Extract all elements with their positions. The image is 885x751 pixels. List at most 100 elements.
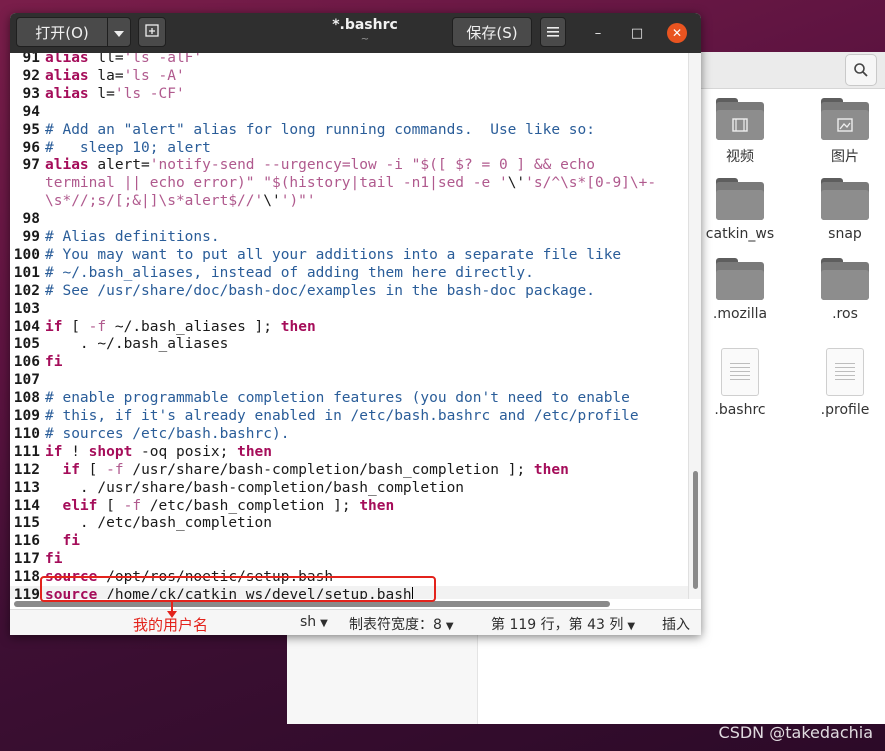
code-line[interactable]: 103 bbox=[10, 300, 688, 318]
code-token: then bbox=[533, 461, 569, 478]
code-line[interactable]: 101 # ~/.bash_aliases, instead of adding … bbox=[10, 264, 688, 282]
line-number: 100 bbox=[13, 246, 40, 263]
insert-mode-label[interactable]: 插入 bbox=[662, 614, 690, 634]
code-token: if bbox=[45, 443, 63, 460]
code-token: . ~/.bash_aliases bbox=[45, 336, 229, 353]
language-selector[interactable]: sh ▼ bbox=[300, 614, 328, 630]
window-subtitle: ~ bbox=[360, 34, 370, 45]
menu-button[interactable] bbox=[540, 17, 566, 47]
code-token: -oq posix; bbox=[132, 443, 238, 460]
file-item-catkin-ws[interactable]: catkin_ws bbox=[700, 178, 780, 242]
chevron-down-icon: ▼ bbox=[320, 618, 328, 629]
code-line[interactable]: 94 bbox=[10, 103, 688, 121]
code-line[interactable]: 115 . /etc/bash_completion bbox=[10, 514, 688, 532]
code-line[interactable]: 99 # Alias definitions. bbox=[10, 228, 688, 246]
code-token: 'ls -CF' bbox=[114, 85, 185, 102]
close-button[interactable]: ✕ bbox=[667, 23, 687, 43]
code-line[interactable]: 105 . ~/.bash_aliases bbox=[10, 335, 688, 353]
line-number: 119 bbox=[13, 587, 40, 599]
hamburger-icon bbox=[547, 23, 559, 41]
chevron-down-icon: ▼ bbox=[445, 621, 454, 632]
code-token: shopt bbox=[88, 443, 133, 460]
line-number: 115 bbox=[13, 515, 40, 532]
line-number: 97 bbox=[22, 157, 40, 174]
status-bar: sh ▼ 制表符宽度：8 ▼ 第 119 行，第 43 列 ▼ 插入 bbox=[10, 609, 701, 635]
code-token: alias bbox=[45, 67, 89, 84]
file-item-mozilla[interactable]: .mozilla bbox=[700, 258, 780, 322]
code-token: alias bbox=[45, 85, 89, 102]
cursor-position-selector[interactable]: 第 119 行，第 43 列 ▼ bbox=[491, 614, 635, 634]
code-token: if bbox=[62, 461, 80, 478]
code-token: fi bbox=[45, 551, 63, 568]
save-button[interactable]: 保存(S) bbox=[452, 17, 532, 47]
code-line[interactable]: 109 # this, if it's already enabled in /e… bbox=[10, 407, 688, 425]
code-line[interactable]: 110 # sources /etc/bash.bashrc). bbox=[10, 425, 688, 443]
line-number: 95 bbox=[22, 121, 40, 138]
code-line[interactable]: 104 if [ -f ~/.bash_aliases ]; then bbox=[10, 318, 688, 336]
code-token: -f bbox=[88, 318, 107, 335]
code-token: la= bbox=[88, 67, 124, 84]
code-line[interactable]: 97 alias alert='notify-send --urgency=low… bbox=[10, 156, 688, 174]
line-number: 117 bbox=[13, 551, 40, 568]
line-number: 106 bbox=[13, 354, 40, 371]
code-line[interactable]: 111 if ! shopt -oq posix; then bbox=[10, 443, 688, 461]
code-token: then bbox=[237, 443, 273, 460]
folder-icon bbox=[716, 258, 764, 300]
code-line[interactable]: 107 bbox=[10, 371, 688, 389]
cursor-position-label: 第 119 行，第 43 列 bbox=[491, 617, 624, 633]
code-token: 'ls -alF' bbox=[123, 53, 203, 66]
code-line[interactable]: 113 . /usr/share/bash-completion/bash_co… bbox=[10, 479, 688, 497]
open-dropdown-button[interactable] bbox=[107, 17, 131, 47]
code-line[interactable]: 116 fi bbox=[10, 532, 688, 550]
code-line[interactable]: 108 # enable programmable completion feat… bbox=[10, 389, 688, 407]
search-icon[interactable] bbox=[845, 54, 877, 86]
code-line[interactable]: 100 # You may want to put all your additi… bbox=[10, 246, 688, 264]
tab-width-selector[interactable]: 制表符宽度：8 ▼ bbox=[349, 614, 454, 634]
code-line[interactable]: 114 elif [ -f /etc/bash_completion ]; th… bbox=[10, 497, 688, 515]
code-line[interactable]: 102 # See /usr/share/doc/bash-doc/example… bbox=[10, 282, 688, 300]
chevron-down-icon bbox=[114, 23, 124, 41]
maximize-button[interactable]: □ bbox=[627, 23, 647, 43]
code-line[interactable]: \s*//;s/[;&|]\s*alert$//'\'')"' bbox=[10, 192, 688, 210]
code-line[interactable]: terminal || echo error)" "$(history|tail… bbox=[10, 174, 688, 192]
code-editor[interactable]: 91 alias ll='ls -alF' 92 alias la='ls -A' 93… bbox=[10, 53, 688, 599]
code-token: fi bbox=[62, 533, 80, 550]
code-line[interactable]: 91 alias ll='ls -alF' bbox=[10, 53, 688, 67]
code-line[interactable]: 93 alias l='ls -CF' bbox=[10, 85, 688, 103]
code-token: elif bbox=[62, 497, 98, 514]
minimize-button[interactable]: – bbox=[588, 23, 608, 43]
file-item-ros[interactable]: .ros bbox=[805, 258, 885, 322]
file-item-pictures[interactable]: 图片 bbox=[805, 98, 885, 166]
file-item-label: .mozilla bbox=[712, 306, 768, 322]
vertical-scrollbar[interactable] bbox=[688, 53, 701, 599]
file-item-label: .bashrc bbox=[714, 402, 766, 418]
line-number: 114 bbox=[13, 497, 40, 514]
scrollbar-thumb[interactable] bbox=[693, 471, 698, 589]
open-button[interactable]: 打开(O) bbox=[16, 17, 108, 47]
line-number: 98 bbox=[22, 211, 40, 228]
code-line[interactable]: 92 alias la='ls -A' bbox=[10, 67, 688, 85]
code-line[interactable]: 96 # sleep 10; alert bbox=[10, 139, 688, 157]
code-line[interactable]: 95 # Add an "alert" alias for long runnin… bbox=[10, 121, 688, 139]
file-item-profile[interactable]: .profile bbox=[805, 348, 885, 418]
file-item-label: .ros bbox=[832, 306, 858, 322]
code-token: [ bbox=[62, 318, 89, 335]
file-item-bashrc[interactable]: .bashrc bbox=[700, 348, 780, 418]
new-tab-button[interactable] bbox=[138, 17, 166, 47]
file-item-label: catkin_ws bbox=[705, 226, 775, 242]
file-item-videos[interactable]: 视频 bbox=[700, 98, 780, 166]
folder-icon bbox=[716, 178, 764, 220]
code-line[interactable]: 117 fi bbox=[10, 550, 688, 568]
code-line[interactable]: 98 bbox=[10, 210, 688, 228]
code-token: alias bbox=[45, 157, 89, 174]
code-line[interactable]: 106 fi bbox=[10, 353, 688, 371]
code-token: 'ls -A' bbox=[123, 67, 185, 84]
file-item-label: 视频 bbox=[726, 149, 754, 165]
code-token: terminal || echo error)" "$(history|tail… bbox=[45, 175, 508, 192]
line-number: 109 bbox=[13, 408, 40, 424]
file-item-snap[interactable]: snap bbox=[805, 178, 885, 242]
code-token: ~/.bash_aliases ]; bbox=[106, 318, 281, 335]
code-line[interactable]: 112 if [ -f /usr/share/bash-completion/b… bbox=[10, 461, 688, 479]
